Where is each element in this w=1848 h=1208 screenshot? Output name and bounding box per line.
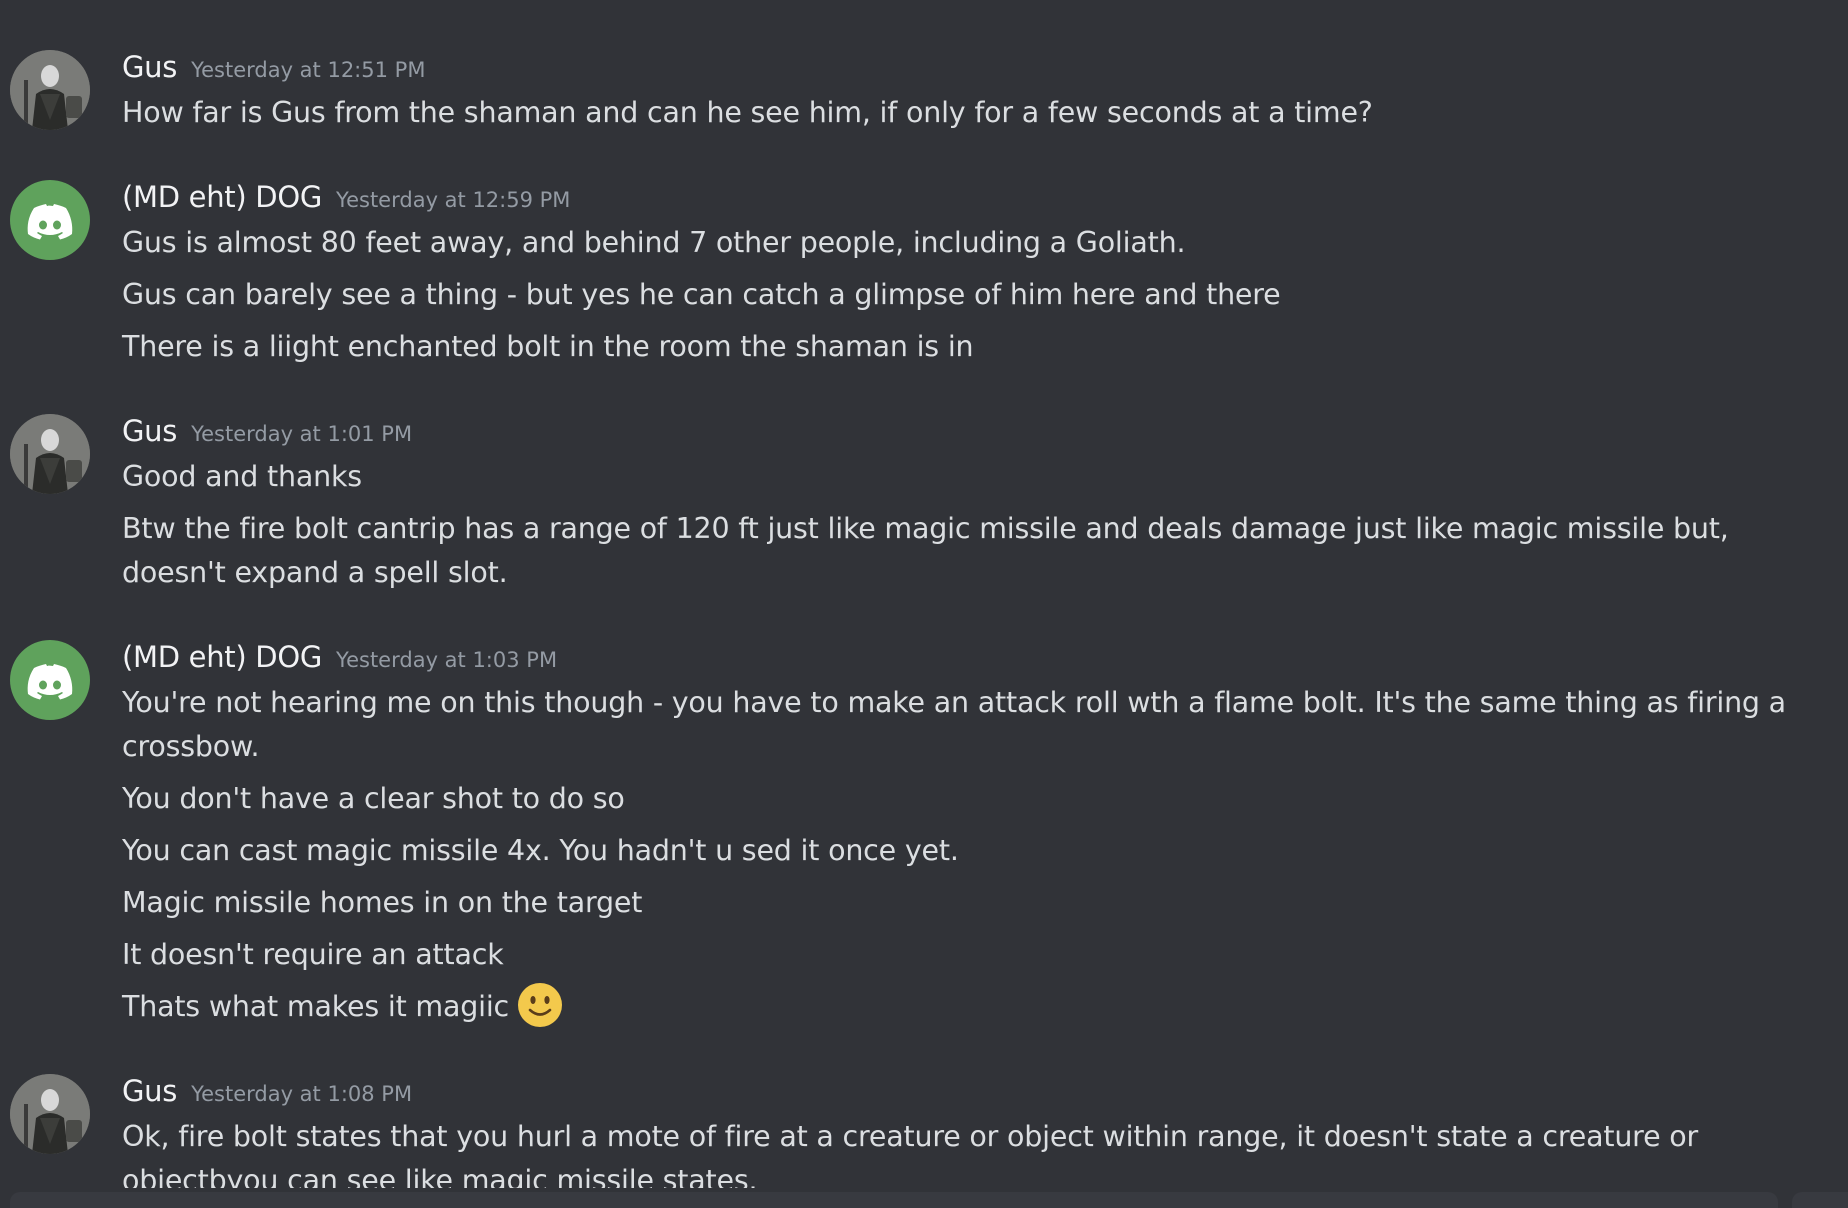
timestamp[interactable]: Yesterday at 12:51 PM	[191, 58, 425, 82]
timestamp[interactable]: Yesterday at 12:59 PM	[336, 188, 570, 212]
username[interactable]: Gus	[122, 414, 177, 448]
message-text-with-emoji: Thats what makes it magiic	[122, 982, 1802, 1029]
timestamp[interactable]: Yesterday at 1:01 PM	[191, 422, 412, 446]
message-text: There is a liight enchanted bolt in the …	[122, 330, 974, 363]
username[interactable]: Gus	[122, 50, 177, 84]
gus-avatar[interactable]	[10, 1074, 90, 1154]
slightly-smiling-face-icon[interactable]	[517, 982, 563, 1028]
message-header: (MD eht) DOG Yesterday at 1:03 PM	[122, 640, 557, 674]
gus-avatar[interactable]	[10, 50, 90, 130]
message-text: How far is Gus from the shaman and can h…	[122, 96, 1373, 129]
message-text: Gus can barely see a thing - but yes he …	[122, 278, 1281, 311]
message-text: Magic missile homes in on the target	[122, 886, 643, 919]
message-composer-input[interactable]	[10, 1192, 1778, 1208]
armored-figure-icon	[10, 1074, 90, 1154]
composer-side-panel[interactable]	[1792, 1192, 1848, 1208]
discord-logo-icon	[27, 664, 73, 700]
username[interactable]: (MD eht) DOG	[122, 180, 322, 214]
gus-avatar[interactable]	[10, 414, 90, 494]
timestamp[interactable]: Yesterday at 1:08 PM	[191, 1082, 412, 1106]
message-header: (MD eht) DOG Yesterday at 12:59 PM	[122, 180, 570, 214]
message-text: It doesn't require an attack	[122, 938, 504, 971]
discord-logo-icon	[27, 204, 73, 240]
message-header: Gus Yesterday at 1:01 PM	[122, 414, 412, 448]
message-text: You can cast magic missile 4x. You hadn'…	[122, 834, 959, 867]
message-text: You're not hearing me on this though - y…	[122, 686, 1786, 763]
message-header: Gus Yesterday at 12:51 PM	[122, 50, 425, 84]
discord-default-avatar[interactable]	[10, 180, 90, 260]
message-text: Btw the fire bolt cantrip has a range of…	[122, 512, 1729, 589]
username[interactable]: (MD eht) DOG	[122, 640, 322, 674]
timestamp[interactable]: Yesterday at 1:03 PM	[336, 648, 557, 672]
message-text: You don't have a clear shot to do so	[122, 782, 625, 815]
username[interactable]: Gus	[122, 1074, 177, 1108]
message-text: Good and thanks	[122, 460, 362, 493]
message-header: Gus Yesterday at 1:08 PM	[122, 1074, 412, 1108]
armored-figure-icon	[10, 50, 90, 130]
message-text: Thats what makes it magiic	[122, 990, 510, 1023]
discord-default-avatar[interactable]	[10, 640, 90, 720]
message-text: Gus is almost 80 feet away, and behind 7…	[122, 226, 1186, 259]
armored-figure-icon	[10, 414, 90, 494]
